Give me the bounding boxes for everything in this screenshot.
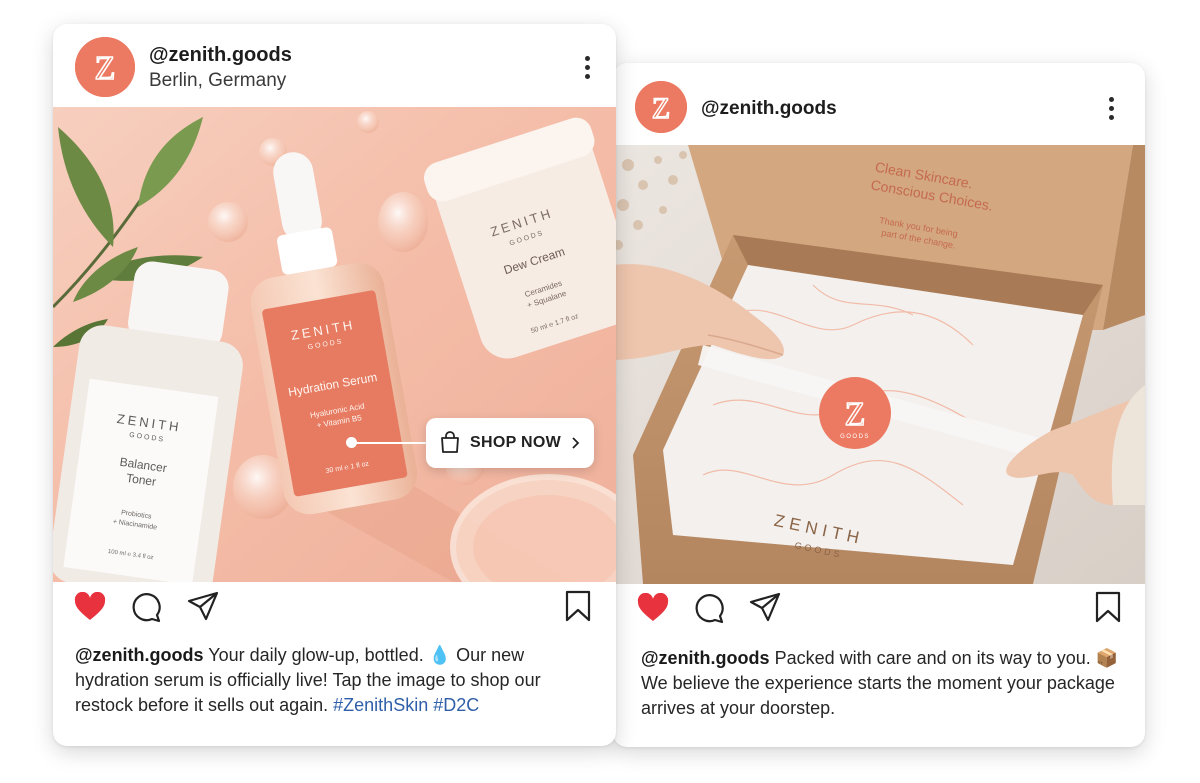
avatar[interactable]: Z — [635, 81, 687, 133]
username[interactable]: @zenith.goods — [701, 98, 837, 120]
hashtag[interactable]: #D2C — [433, 695, 479, 715]
product-tag-line — [351, 442, 426, 444]
zenith-logo-icon: Z — [75, 37, 135, 97]
zenith-seal: Z GOODS — [819, 377, 891, 449]
more-icon[interactable] — [585, 56, 591, 83]
post-image[interactable]: Clean Skincare. Conscious Choices. Thank… — [613, 145, 1145, 584]
post-header: Z @zenith.goods Berlin, Germany — [53, 24, 616, 107]
post-caption: @zenith.goods Your daily glow-up, bottle… — [75, 643, 595, 718]
product-tag-dot[interactable] — [346, 437, 357, 448]
heart-icon[interactable] — [74, 592, 106, 622]
svg-text:Z: Z — [652, 92, 670, 125]
shopping-bag-icon — [441, 431, 459, 453]
location[interactable]: Berlin, Germany — [149, 70, 286, 92]
avatar[interactable]: Z — [75, 37, 135, 97]
shop-now-label: SHOP NOW — [470, 434, 562, 451]
caption-username[interactable]: @zenith.goods — [75, 645, 204, 665]
post-actions — [53, 590, 616, 632]
post-card-1: Z @zenith.goods Berlin, Germany ZENITH G… — [53, 24, 616, 746]
username[interactable]: @zenith.goods — [149, 44, 292, 67]
heart-icon[interactable] — [637, 593, 669, 623]
post-header: Z @zenith.goods — [613, 63, 1145, 145]
svg-text:GOODS: GOODS — [840, 434, 870, 440]
post-card-2: Z @zenith.goods Clean Skincare. Consciou… — [613, 63, 1145, 747]
bookmark-icon[interactable] — [1095, 591, 1121, 623]
post-actions — [613, 591, 1145, 633]
share-icon[interactable] — [749, 592, 781, 622]
svg-text:Z: Z — [95, 50, 116, 87]
more-icon[interactable] — [1109, 97, 1115, 124]
share-icon[interactable] — [187, 591, 219, 621]
post-caption: @zenith.goods Packed with care and on it… — [641, 646, 1131, 721]
hashtag[interactable]: #ZenithSkin — [333, 695, 428, 715]
post-image[interactable]: ZENITH GOODS Dew Cream Ceramides + Squal… — [53, 107, 616, 582]
caption-username[interactable]: @zenith.goods — [641, 648, 770, 668]
shop-now-button[interactable]: SHOP NOW — [426, 418, 594, 468]
chevron-right-icon — [572, 437, 580, 449]
comment-icon[interactable] — [693, 592, 725, 624]
bookmark-icon[interactable] — [565, 590, 591, 622]
svg-text:Z: Z — [845, 396, 866, 433]
zenith-logo-icon: Z — [635, 81, 687, 133]
comment-icon[interactable] — [130, 591, 162, 623]
